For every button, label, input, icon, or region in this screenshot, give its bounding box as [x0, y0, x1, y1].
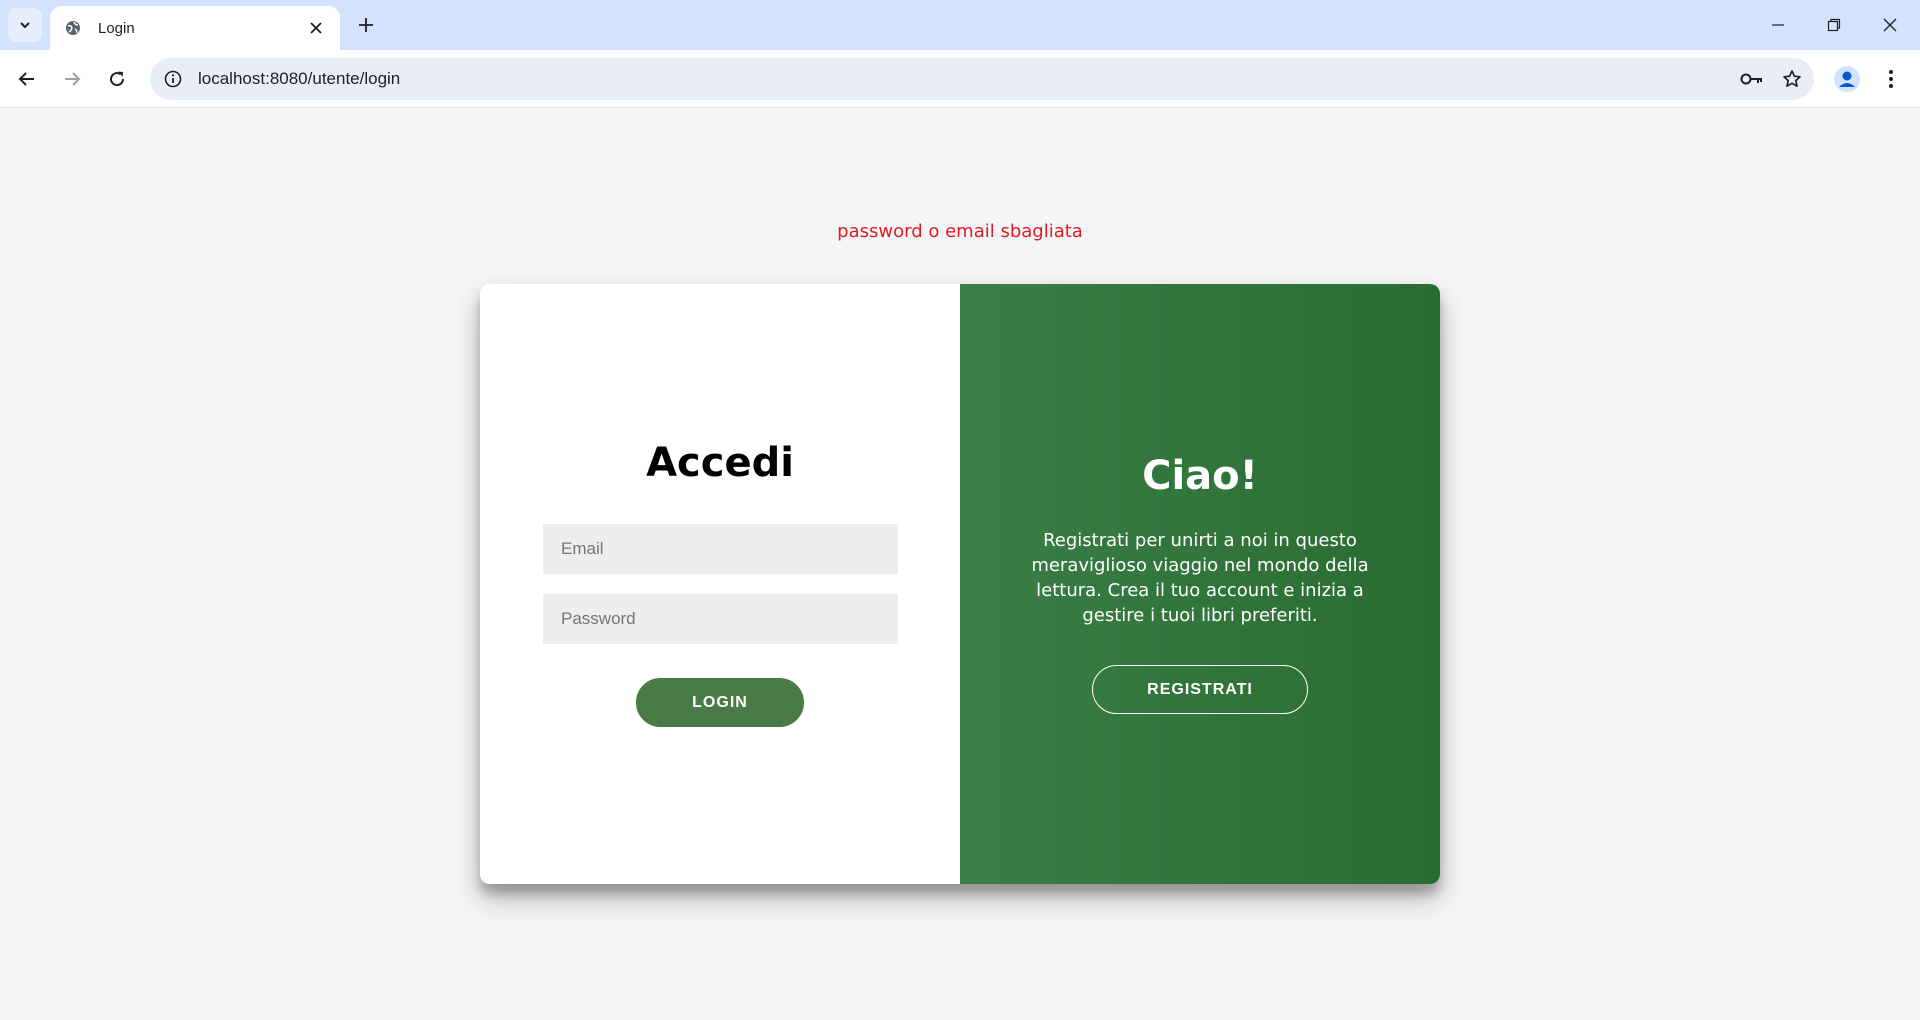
restore-icon — [1827, 18, 1841, 32]
reload-icon — [110, 71, 125, 87]
profile-avatar-icon[interactable] — [1830, 62, 1864, 96]
register-panel: Ciao! Registrati per unirti a noi in que… — [960, 284, 1440, 884]
tab-search-button[interactable] — [8, 8, 42, 42]
browser-toolbar: localhost:8080/utente/login — [0, 50, 1920, 108]
key-icon[interactable] — [1734, 61, 1770, 97]
chevron-down-icon — [20, 22, 30, 29]
arrow-left-icon — [18, 72, 34, 86]
register-button[interactable]: REGISTRATI — [1092, 665, 1308, 714]
arrow-right-icon — [65, 72, 81, 86]
restore-button[interactable] — [1806, 0, 1862, 50]
browser-tabstrip: Login — [0, 0, 1920, 50]
auth-card: Accedi LOGIN Ciao! Registrati per unirti… — [480, 284, 1440, 884]
register-panel-title: Ciao! — [1142, 453, 1258, 499]
close-icon — [1883, 18, 1897, 32]
minimize-button[interactable] — [1750, 0, 1806, 50]
email-field[interactable] — [543, 524, 898, 574]
globe-icon — [64, 19, 82, 37]
close-window-button[interactable] — [1862, 0, 1918, 50]
register-panel-text: Registrati per unirti a noi in questo me… — [1031, 530, 1369, 626]
back-button[interactable] — [9, 61, 45, 97]
error-message: password o email sbagliata — [837, 221, 1083, 242]
tab-title: Login — [98, 19, 135, 37]
login-button[interactable]: LOGIN — [636, 678, 804, 727]
login-title: Accedi — [646, 440, 794, 486]
close-icon[interactable] — [304, 16, 328, 40]
menu-kebab-icon[interactable] — [1874, 62, 1908, 96]
site-info-icon[interactable] — [158, 64, 188, 94]
address-bar[interactable]: localhost:8080/utente/login — [150, 58, 1814, 100]
password-field[interactable] — [543, 594, 898, 644]
new-tab-button[interactable] — [350, 9, 382, 41]
plus-icon — [359, 18, 373, 32]
reload-button[interactable] — [99, 61, 135, 97]
url-text[interactable]: localhost:8080/utente/login — [198, 69, 1734, 89]
star-icon[interactable] — [1774, 61, 1810, 97]
browser-tab-active[interactable]: Login — [50, 6, 340, 50]
login-panel: Accedi LOGIN — [480, 284, 960, 884]
minimize-icon — [1772, 24, 1784, 26]
forward-button[interactable] — [54, 61, 90, 97]
